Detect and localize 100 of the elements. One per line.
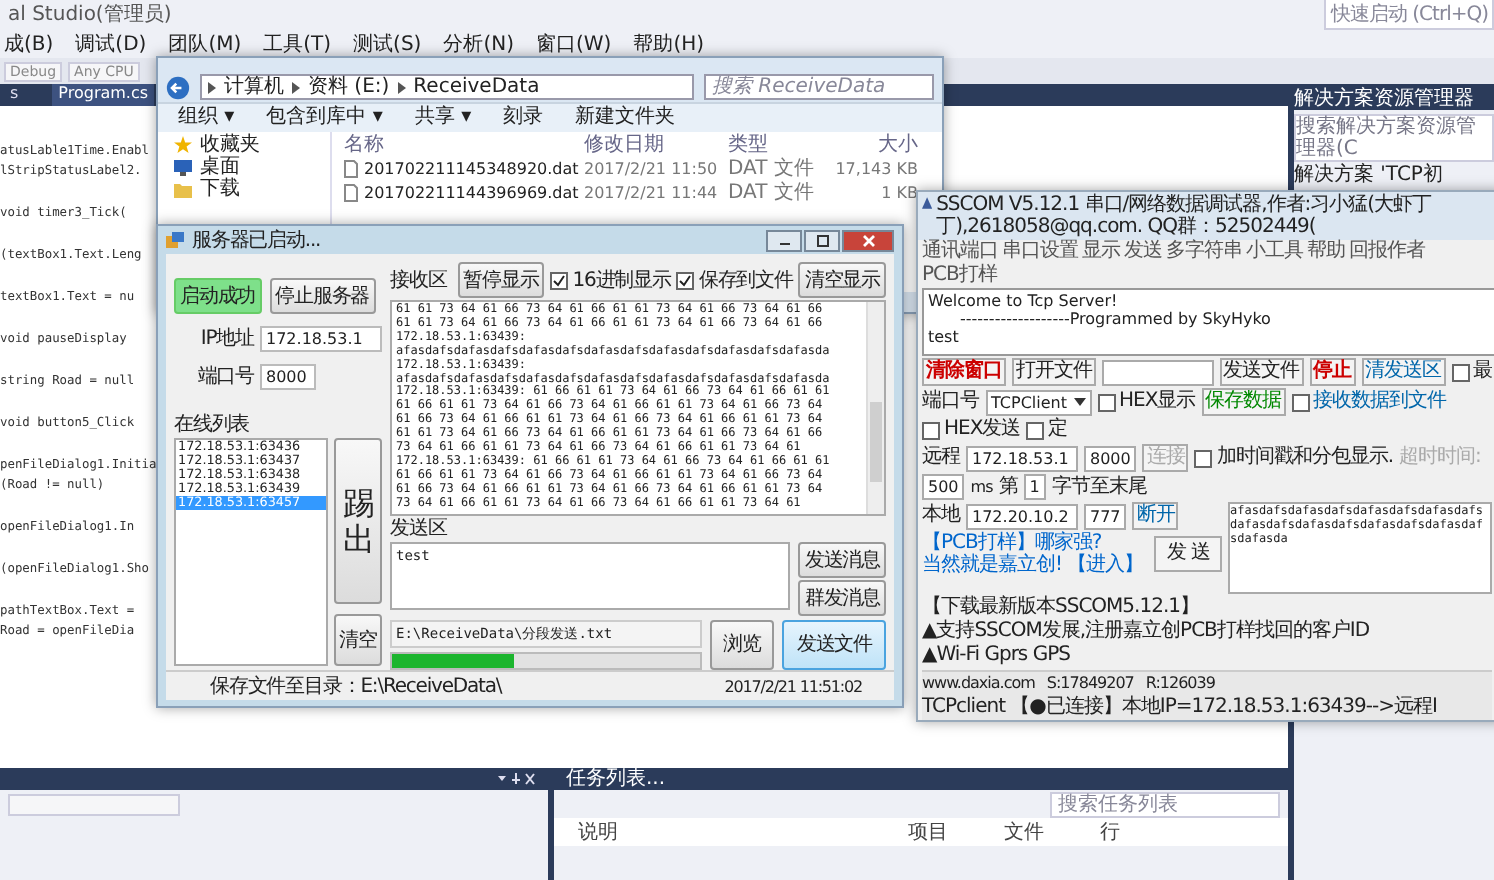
banner-link[interactable]: ▲支持SSCOM发展,注册嘉立创PCB打样找回的客户ID: [922, 620, 1370, 644]
column-header[interactable]: 类型: [728, 130, 828, 158]
menu-item[interactable]: 成(B): [4, 29, 54, 57]
toolbar-button[interactable]: 组织 ▾: [178, 106, 235, 130]
banner-link[interactable]: 【下载最新版本SSCOM5.12.1】: [922, 596, 1199, 620]
clear-window-button[interactable]: 清除窗口: [922, 358, 1006, 386]
menu-item[interactable]: 测试(S): [353, 29, 422, 57]
column-header[interactable]: 文件: [1004, 818, 1100, 846]
ad-link[interactable]: 当然就是嘉立创! 【进入】: [922, 554, 1144, 576]
breadcrumb-item[interactable]: ReceiveData: [413, 76, 540, 98]
pause-button[interactable]: 暂停显示: [457, 262, 545, 298]
file-size: 1 KB: [879, 183, 918, 201]
breadcrumb-item[interactable]: 资料 (E:): [308, 76, 390, 98]
column-header[interactable]: 修改日期: [584, 130, 728, 158]
clear-button[interactable]: 清空: [334, 614, 382, 666]
file-name[interactable]: 201702211144396969.dat: [364, 183, 579, 201]
list-label: 在线列表: [174, 411, 252, 438]
toolbar-button[interactable]: 包含到库中 ▾: [266, 106, 383, 130]
checkbox[interactable]: [1291, 393, 1310, 411]
broadcast-button[interactable]: 群发消息: [798, 579, 886, 616]
checkbox[interactable]: [1194, 449, 1213, 467]
sidebar-item[interactable]: 收藏夹: [200, 134, 260, 156]
window-title: al Studio(管理员): [8, 2, 172, 28]
sidebar-item[interactable]: 桌面: [200, 156, 240, 178]
chevron-icon: [397, 81, 406, 93]
save-data-button[interactable]: 保存数据: [1201, 388, 1286, 416]
column-header[interactable]: 说明: [578, 818, 908, 846]
kick-button[interactable]: 踢出: [334, 438, 382, 604]
send-button[interactable]: 发 送: [1154, 536, 1222, 572]
menu-item[interactable]: 发送: [1124, 240, 1162, 264]
scrollbar[interactable]: [866, 302, 884, 514]
stop-server-button[interactable]: 停止服务器: [269, 278, 376, 314]
column-header[interactable]: 名称: [332, 130, 584, 158]
column-header[interactable]: 大小: [828, 130, 918, 158]
menu-item[interactable]: 调试(D): [75, 29, 147, 57]
remote-port-field[interactable]: 8000: [1084, 445, 1137, 471]
toolbar-button[interactable]: 新建文件夹: [575, 106, 676, 130]
file-field[interactable]: [1102, 359, 1213, 385]
clear-send-button[interactable]: 清发送区: [1361, 358, 1445, 386]
close-button[interactable]: [842, 229, 894, 251]
editor-tab[interactable]: Program.cs: [52, 84, 155, 106]
tree-item[interactable]: 解决方案 'TCP初: [1294, 164, 1494, 186]
banner-link[interactable]: ▲Wi-Fi Gprs GPS: [922, 644, 1070, 668]
address-bar[interactable]: 计算机 资料 (E:) ReceiveData: [200, 74, 694, 100]
clear-display-button[interactable]: 清空显示: [798, 262, 886, 298]
menu-item[interactable]: 团队(M): [168, 29, 242, 57]
maximize-button[interactable]: [804, 229, 840, 251]
ad-link[interactable]: 【PCB打样】哪家强?: [922, 532, 1144, 554]
byte-field[interactable]: 1: [1023, 474, 1046, 500]
received-line: -------------------Programmed by SkyHyko: [959, 310, 1273, 328]
menu-item[interactable]: 工具(T): [263, 29, 332, 57]
timeout-field[interactable]: 500: [922, 474, 965, 500]
port-dropdown[interactable]: TCPClient: [985, 389, 1091, 415]
stop-button[interactable]: 停止: [1309, 358, 1355, 386]
open-file-button[interactable]: 打开文件: [1012, 358, 1096, 386]
checkbox[interactable]: [1451, 363, 1469, 381]
editor-tab[interactable]: s: [4, 84, 25, 106]
local-ip-dropdown[interactable]: 172.20.10.2: [966, 503, 1078, 529]
send-file-button[interactable]: 发送文件: [1219, 358, 1303, 386]
menu-item[interactable]: 回报作者: [1349, 240, 1425, 264]
start-button[interactable]: 启动成功: [174, 278, 262, 314]
status-text: TCPclient 【●已连接】本地IP=172.18.53.1:63439-->远程I: [922, 696, 1437, 720]
disconnect-button[interactable]: 断开: [1132, 502, 1179, 530]
toolbar-button[interactable]: 刻录: [503, 106, 544, 130]
minimize-button[interactable]: [766, 229, 802, 251]
menu-item[interactable]: 通讯端口: [922, 240, 998, 264]
back-icon[interactable]: [166, 75, 190, 99]
browse-button[interactable]: 浏览: [709, 619, 775, 670]
receive-area[interactable]: Welcome to Tcp Server! -------------------Programmed by SkyHyko test: [922, 288, 1494, 356]
menu-item[interactable]: PCB打样: [922, 264, 997, 288]
file-name[interactable]: 201702211145348920.dat: [364, 159, 579, 177]
search-field[interactable]: 搜索解决方案资源管理器(C: [1294, 114, 1494, 162]
column-header[interactable]: 行: [1100, 818, 1120, 846]
send-message-button[interactable]: 发送消息: [798, 541, 886, 578]
menu-item[interactable]: 小工具: [1246, 240, 1303, 264]
menu-item[interactable]: 帮助: [1307, 240, 1345, 264]
search-field[interactable]: 搜索任务列表: [1050, 791, 1280, 817]
menu-item[interactable]: 显示: [1082, 240, 1120, 264]
column-header[interactable]: 项目: [908, 818, 1004, 846]
breadcrumb-item[interactable]: 计算机: [224, 76, 284, 98]
sidebar-item[interactable]: 下载: [200, 178, 240, 200]
app-icon: [922, 194, 933, 212]
port-field[interactable]: 8000: [260, 363, 316, 389]
toolbar-button[interactable]: 共享 ▾: [414, 106, 472, 130]
menu-item[interactable]: 窗口(W): [536, 29, 612, 57]
send-file-button[interactable]: 发送文件: [782, 619, 886, 670]
chevron-icon: [208, 81, 216, 93]
checkbox[interactable]: [1097, 393, 1115, 411]
receive-area[interactable]: [390, 300, 886, 516]
menu-item[interactable]: 分析(N): [443, 29, 514, 57]
menu-item[interactable]: 串口设置: [1002, 240, 1078, 264]
menu-item[interactable]: 帮助(H): [633, 29, 705, 57]
checkbox[interactable]: [550, 271, 569, 289]
checkbox[interactable]: [676, 271, 695, 289]
menu-item[interactable]: 多字符串: [1166, 240, 1242, 264]
checkbox[interactable]: [1026, 421, 1045, 439]
ip-field[interactable]: 172.18.53.1: [260, 325, 382, 351]
remote-ip-field[interactable]: 172.18.53.1: [966, 445, 1078, 471]
local-port-field[interactable]: 777: [1084, 503, 1127, 529]
checkbox[interactable]: [922, 421, 940, 439]
